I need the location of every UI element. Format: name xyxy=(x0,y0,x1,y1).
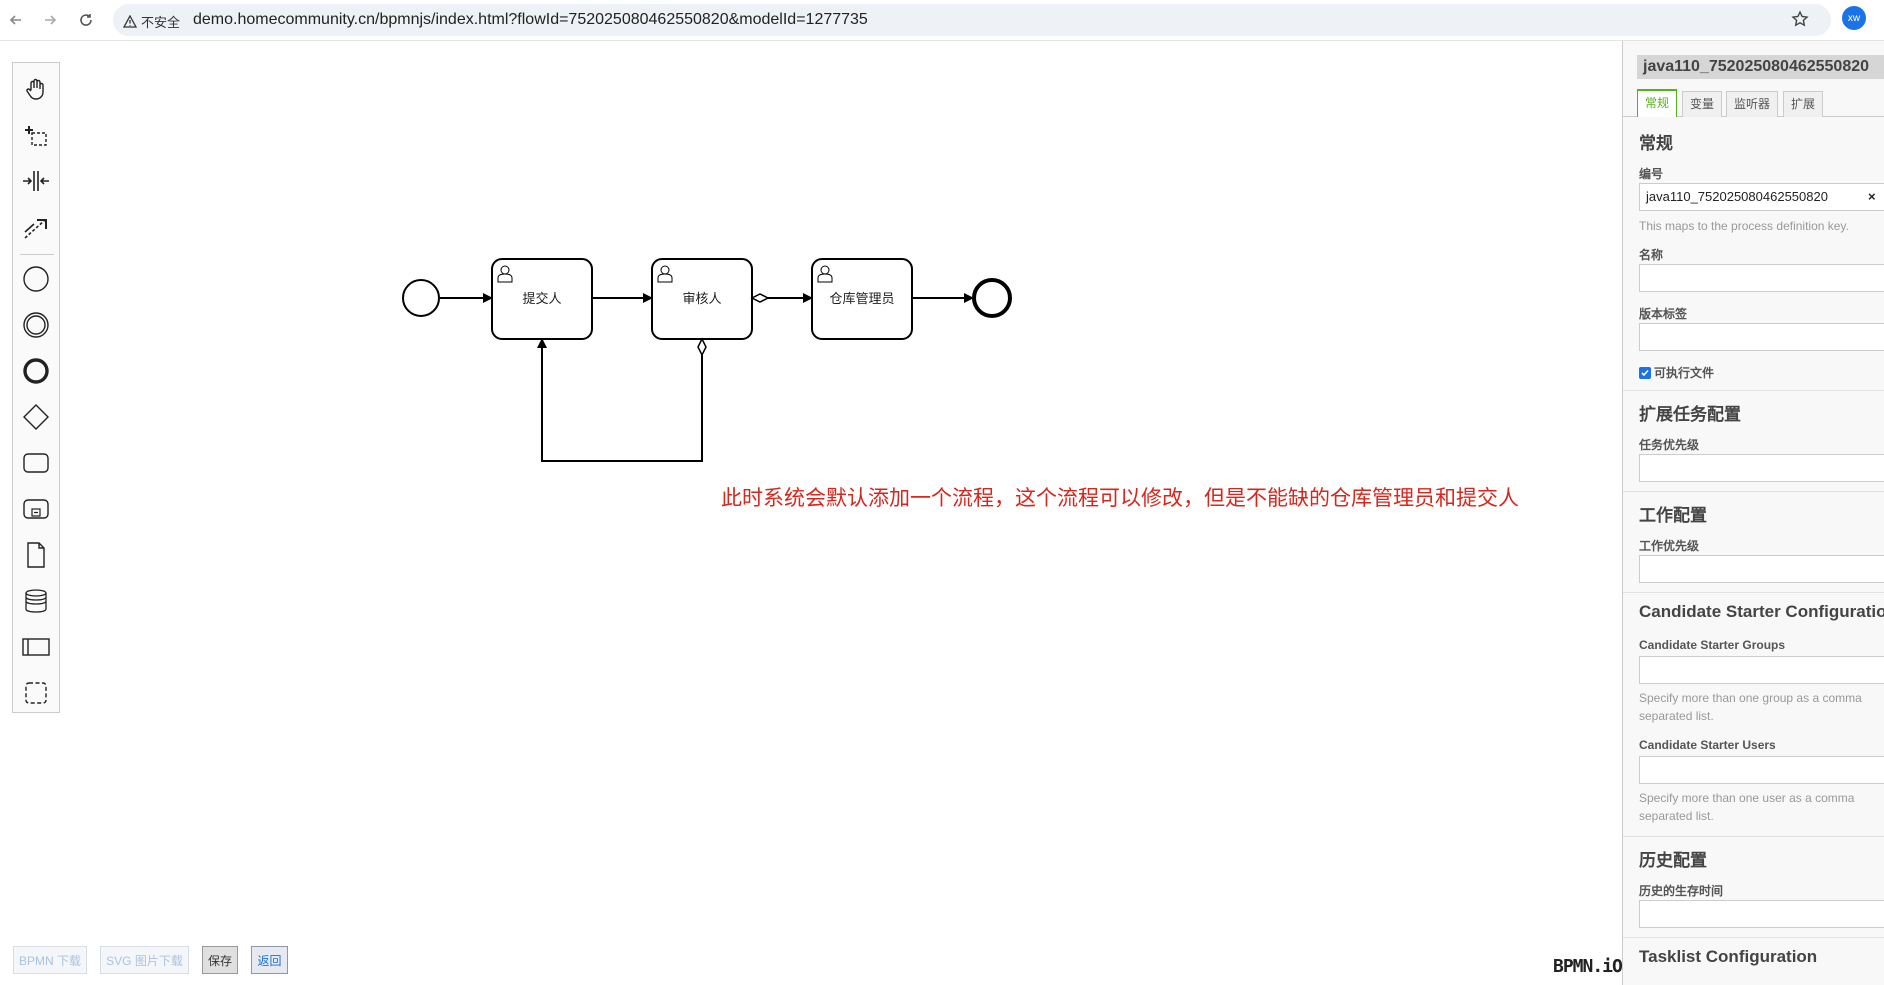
security-indicator[interactable]: 不安全 xyxy=(123,12,180,31)
candidate-groups-label: Candidate Starter Groups xyxy=(1639,638,1786,652)
candidate-users-hint: Specify more than one user as a comma se… xyxy=(1639,791,1855,823)
conditional-flow-loop[interactable] xyxy=(537,337,707,462)
address-bar[interactable]: 不安全 demo.homecommunity.cn/bpmnjs/index.h… xyxy=(113,4,1831,36)
section-divider xyxy=(1623,937,1884,938)
subprocess-icon[interactable] xyxy=(20,493,52,525)
end-event-icon[interactable] xyxy=(20,355,52,387)
security-label: 不安全 xyxy=(141,15,181,30)
svg-download-button[interactable]: SVG 图片下载 xyxy=(100,946,189,974)
intermediate-event-icon[interactable] xyxy=(20,309,52,341)
url-text[interactable]: demo.homecommunity.cn/bpmnjs/index.html?… xyxy=(193,11,868,29)
hand-tool-icon[interactable] xyxy=(20,73,52,105)
bpmn-download-button[interactable]: BPMN 下载 xyxy=(13,946,87,974)
section-candidate-title: Candidate Starter Configuration xyxy=(1639,602,1884,621)
section-divider xyxy=(1623,491,1884,492)
forward-arrow-icon[interactable] xyxy=(36,6,64,34)
id-value: java110_752025080462550820 xyxy=(1646,189,1828,204)
data-object-icon[interactable] xyxy=(20,539,52,571)
user-task-warehouse-manager[interactable]: 仓库管理员 xyxy=(811,258,913,340)
section-divider xyxy=(1623,836,1884,837)
history-ttl-label: 历史的生存时间 xyxy=(1639,884,1724,898)
history-ttl-input[interactable] xyxy=(1639,900,1884,928)
section-tasklist-title: Tasklist Configuration xyxy=(1639,947,1818,966)
candidate-users-input[interactable] xyxy=(1639,756,1884,784)
properties-panel: java110_752025080462550820 常规 变量 监听器 扩展 … xyxy=(1622,41,1884,985)
section-general-title: 常规 xyxy=(1639,134,1673,153)
back-button[interactable]: 返回 xyxy=(251,946,288,974)
palette-separator xyxy=(20,254,54,255)
checkbox-checked-icon xyxy=(1639,366,1651,379)
diagram-canvas[interactable]: 提交人 审核人 仓库管理员 xyxy=(0,41,1622,985)
start-event[interactable] xyxy=(402,279,440,317)
participant-icon[interactable] xyxy=(20,631,52,663)
version-tag-input[interactable] xyxy=(1639,323,1884,351)
tab-listeners[interactable]: 监听器 xyxy=(1726,91,1779,117)
lasso-tool-icon[interactable] xyxy=(20,119,52,151)
task-label: 提交人 xyxy=(522,291,561,306)
space-tool-icon[interactable] xyxy=(20,165,52,197)
browser-toolbar: 不安全 demo.homecommunity.cn/bpmnjs/index.h… xyxy=(0,0,1884,41)
end-event[interactable] xyxy=(972,278,1012,318)
back-arrow-icon[interactable] xyxy=(2,6,30,34)
reload-icon[interactable] xyxy=(72,6,100,34)
executable-checkbox[interactable]: 可执行文件 xyxy=(1639,364,1714,381)
tool-palette xyxy=(12,62,60,713)
warning-icon xyxy=(123,15,137,28)
task-priority-label: 任务优先级 xyxy=(1639,438,1700,452)
group-icon[interactable] xyxy=(20,677,52,709)
candidate-groups-input[interactable] xyxy=(1639,656,1884,684)
profile-avatar[interactable]: xw xyxy=(1842,6,1866,30)
bookmark-star-icon[interactable] xyxy=(1791,10,1809,33)
candidate-users-label: Candidate Starter Users xyxy=(1639,738,1776,752)
section-external-task-title: 扩展任务配置 xyxy=(1639,405,1741,424)
user-task-submitter[interactable]: 提交人 xyxy=(491,258,593,340)
tab-variables[interactable]: 变量 xyxy=(1682,91,1723,117)
user-task-reviewer[interactable]: 审核人 xyxy=(651,258,753,340)
job-priority-label: 工作优先级 xyxy=(1639,539,1700,553)
version-tag-label: 版本标签 xyxy=(1639,307,1688,321)
panel-header-title: java110_752025080462550820 xyxy=(1637,55,1884,79)
id-label: 编号 xyxy=(1639,167,1664,181)
job-priority-input[interactable] xyxy=(1639,555,1884,583)
annotation-note: 此时系统会默认添加一个流程，这个流程可以修改，但是不能缺的仓库管理员和提交人 xyxy=(721,487,1519,510)
bpmn-io-logo[interactable]: BPMN.iO xyxy=(1553,956,1623,977)
data-store-icon[interactable] xyxy=(20,585,52,617)
name-label: 名称 xyxy=(1639,248,1664,262)
tab-general[interactable]: 常规 xyxy=(1637,89,1678,117)
panel-tabs: 常规 变量 监听器 扩展 xyxy=(1623,89,1884,117)
task-priority-input[interactable] xyxy=(1639,454,1884,482)
section-history-title: 历史配置 xyxy=(1639,851,1707,870)
section-divider xyxy=(1623,592,1884,593)
tab-extensions[interactable]: 扩展 xyxy=(1783,91,1824,117)
task-icon[interactable] xyxy=(20,447,52,479)
clear-icon[interactable]: × xyxy=(1868,184,1876,210)
id-input[interactable]: java110_752025080462550820 × xyxy=(1639,183,1884,211)
gateway-icon[interactable] xyxy=(20,401,52,433)
connect-tool-icon[interactable] xyxy=(20,211,52,243)
name-textarea[interactable] xyxy=(1639,264,1884,292)
conditional-flow[interactable] xyxy=(750,293,813,303)
save-button[interactable]: 保存 xyxy=(202,946,238,974)
executable-label: 可执行文件 xyxy=(1654,366,1715,380)
section-job-title: 工作配置 xyxy=(1639,506,1707,525)
candidate-groups-hint: Specify more than one group as a comma s… xyxy=(1639,691,1862,723)
id-hint: This maps to the process definition key. xyxy=(1639,219,1849,233)
start-event-icon[interactable] xyxy=(20,263,52,295)
task-label: 审核人 xyxy=(682,291,721,306)
task-label: 仓库管理员 xyxy=(829,291,894,306)
section-divider xyxy=(1623,390,1884,391)
